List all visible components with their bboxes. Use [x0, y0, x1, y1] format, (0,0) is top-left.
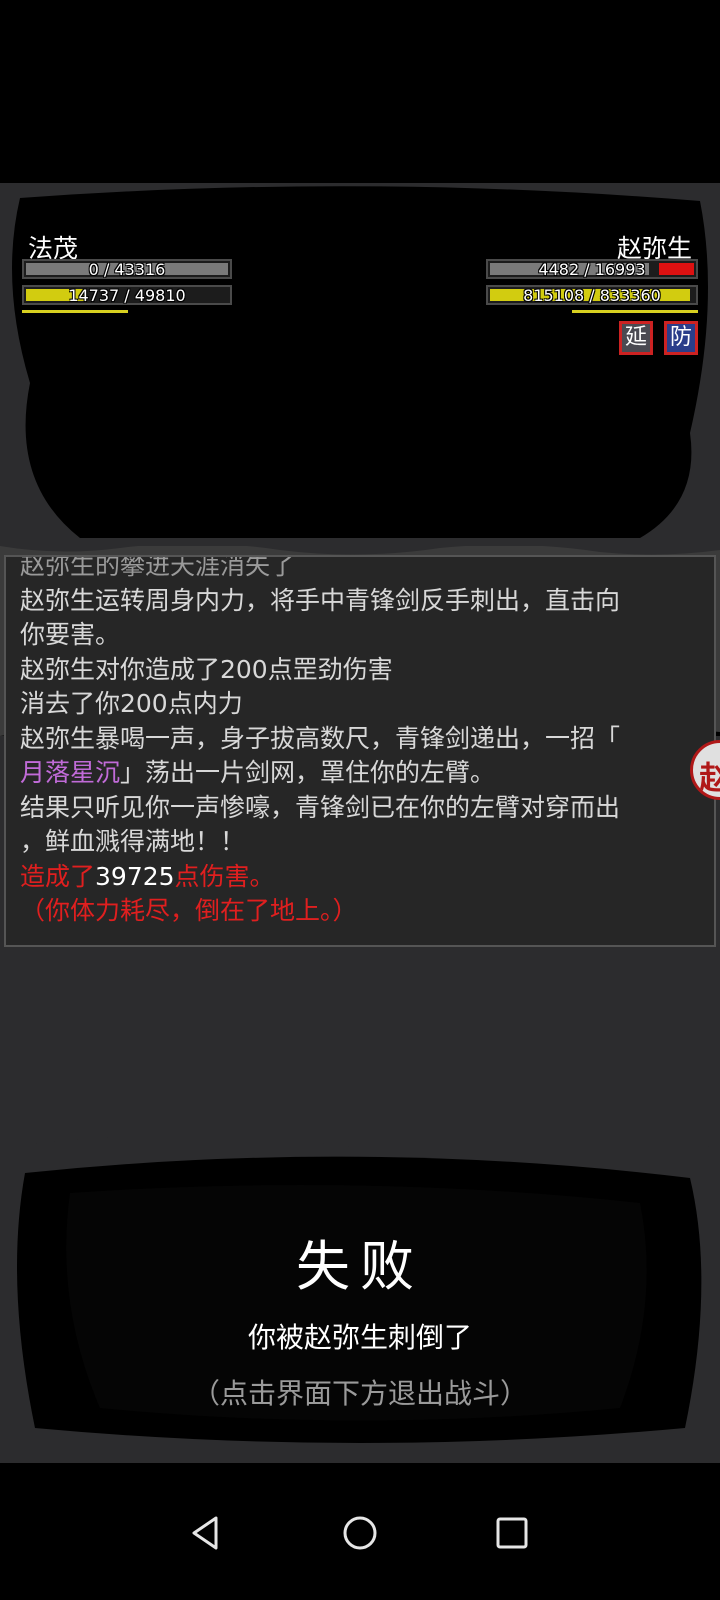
player-mp-text: 14737 / 49810 [68, 286, 186, 305]
result-message: 你被赵弥生刺倒了 [247, 1321, 472, 1354]
player-energy-line [22, 310, 128, 313]
result-title: 失败 [296, 1235, 424, 1298]
enemy-mp-bar: 815108 / 833360 [486, 285, 698, 305]
damage-number: 39725 [95, 861, 175, 891]
log-text: 你体力耗尽，倒在了地上。 [45, 896, 333, 925]
log-line: 赵弥生对你造成了200点罡劲伤害 [20, 654, 393, 684]
home-icon[interactable] [340, 1513, 380, 1553]
log-line: 消去了你200点内力 [20, 689, 243, 718]
skill-name: 月落星沉 [20, 758, 121, 787]
log-line: 你要害。 [20, 620, 121, 649]
enemy-hp-text: 4482 / 16993 [538, 260, 646, 279]
log-line: 结果只听见你一声惨嚎，青锋剑已在你的左臂对穿而出 [20, 792, 621, 822]
system-navbar [0, 1463, 720, 1600]
log-line: 造成了39725点伤害。 [20, 860, 702, 895]
log-line: 赵弥生暴喝一声，身子拔高数尺，青锋剑递出，一招「 [20, 723, 621, 753]
log-text: 点伤害。 [174, 861, 275, 891]
log-line: ，鲜血溅得满地！！ [20, 827, 246, 856]
log-text: 」荡出一片剑网，罩住你的左臂。 [120, 758, 496, 787]
enemy-energy-line [572, 310, 698, 313]
log-text: 造成了 [20, 861, 96, 891]
player-hp-text: 0 / 43316 [88, 260, 166, 279]
log-line: 赵弥生运转周身内力，将手中青锋剑反手刺出，直击向 [20, 585, 621, 615]
log-line: 赵弥生的攀进天涯消失了 [20, 555, 296, 580]
defend-status-icon[interactable]: 防 [664, 321, 698, 355]
player-mp-bar: 14737 / 49810 [22, 285, 232, 305]
battle-log[interactable]: 赵弥生的攀进天涯消失了 赵弥生运转周身内力，将手中青锋剑反手刺出，直击向 你要害… [4, 555, 716, 947]
enemy-hp-bar: 4482 / 16993 [486, 259, 698, 279]
log-line: （你体力耗尽，倒在了地上。） [20, 894, 702, 929]
side-button-label: 赵 [699, 753, 720, 797]
back-icon[interactable] [186, 1513, 226, 1553]
log-line: 月落星沉」荡出一片剑网，罩住你的左臂。 [20, 756, 702, 791]
exit-hint[interactable]: （点击界面下方退出战斗） [0, 1372, 720, 1412]
log-text: （ [20, 896, 46, 925]
delay-status-icon[interactable]: 延 [619, 321, 653, 355]
enemy-mp-text: 815108 / 833360 [523, 286, 661, 305]
log-text: ） [332, 896, 358, 925]
recent-apps-icon[interactable] [492, 1513, 532, 1553]
player-hp-bar: 0 / 43316 [22, 259, 232, 279]
